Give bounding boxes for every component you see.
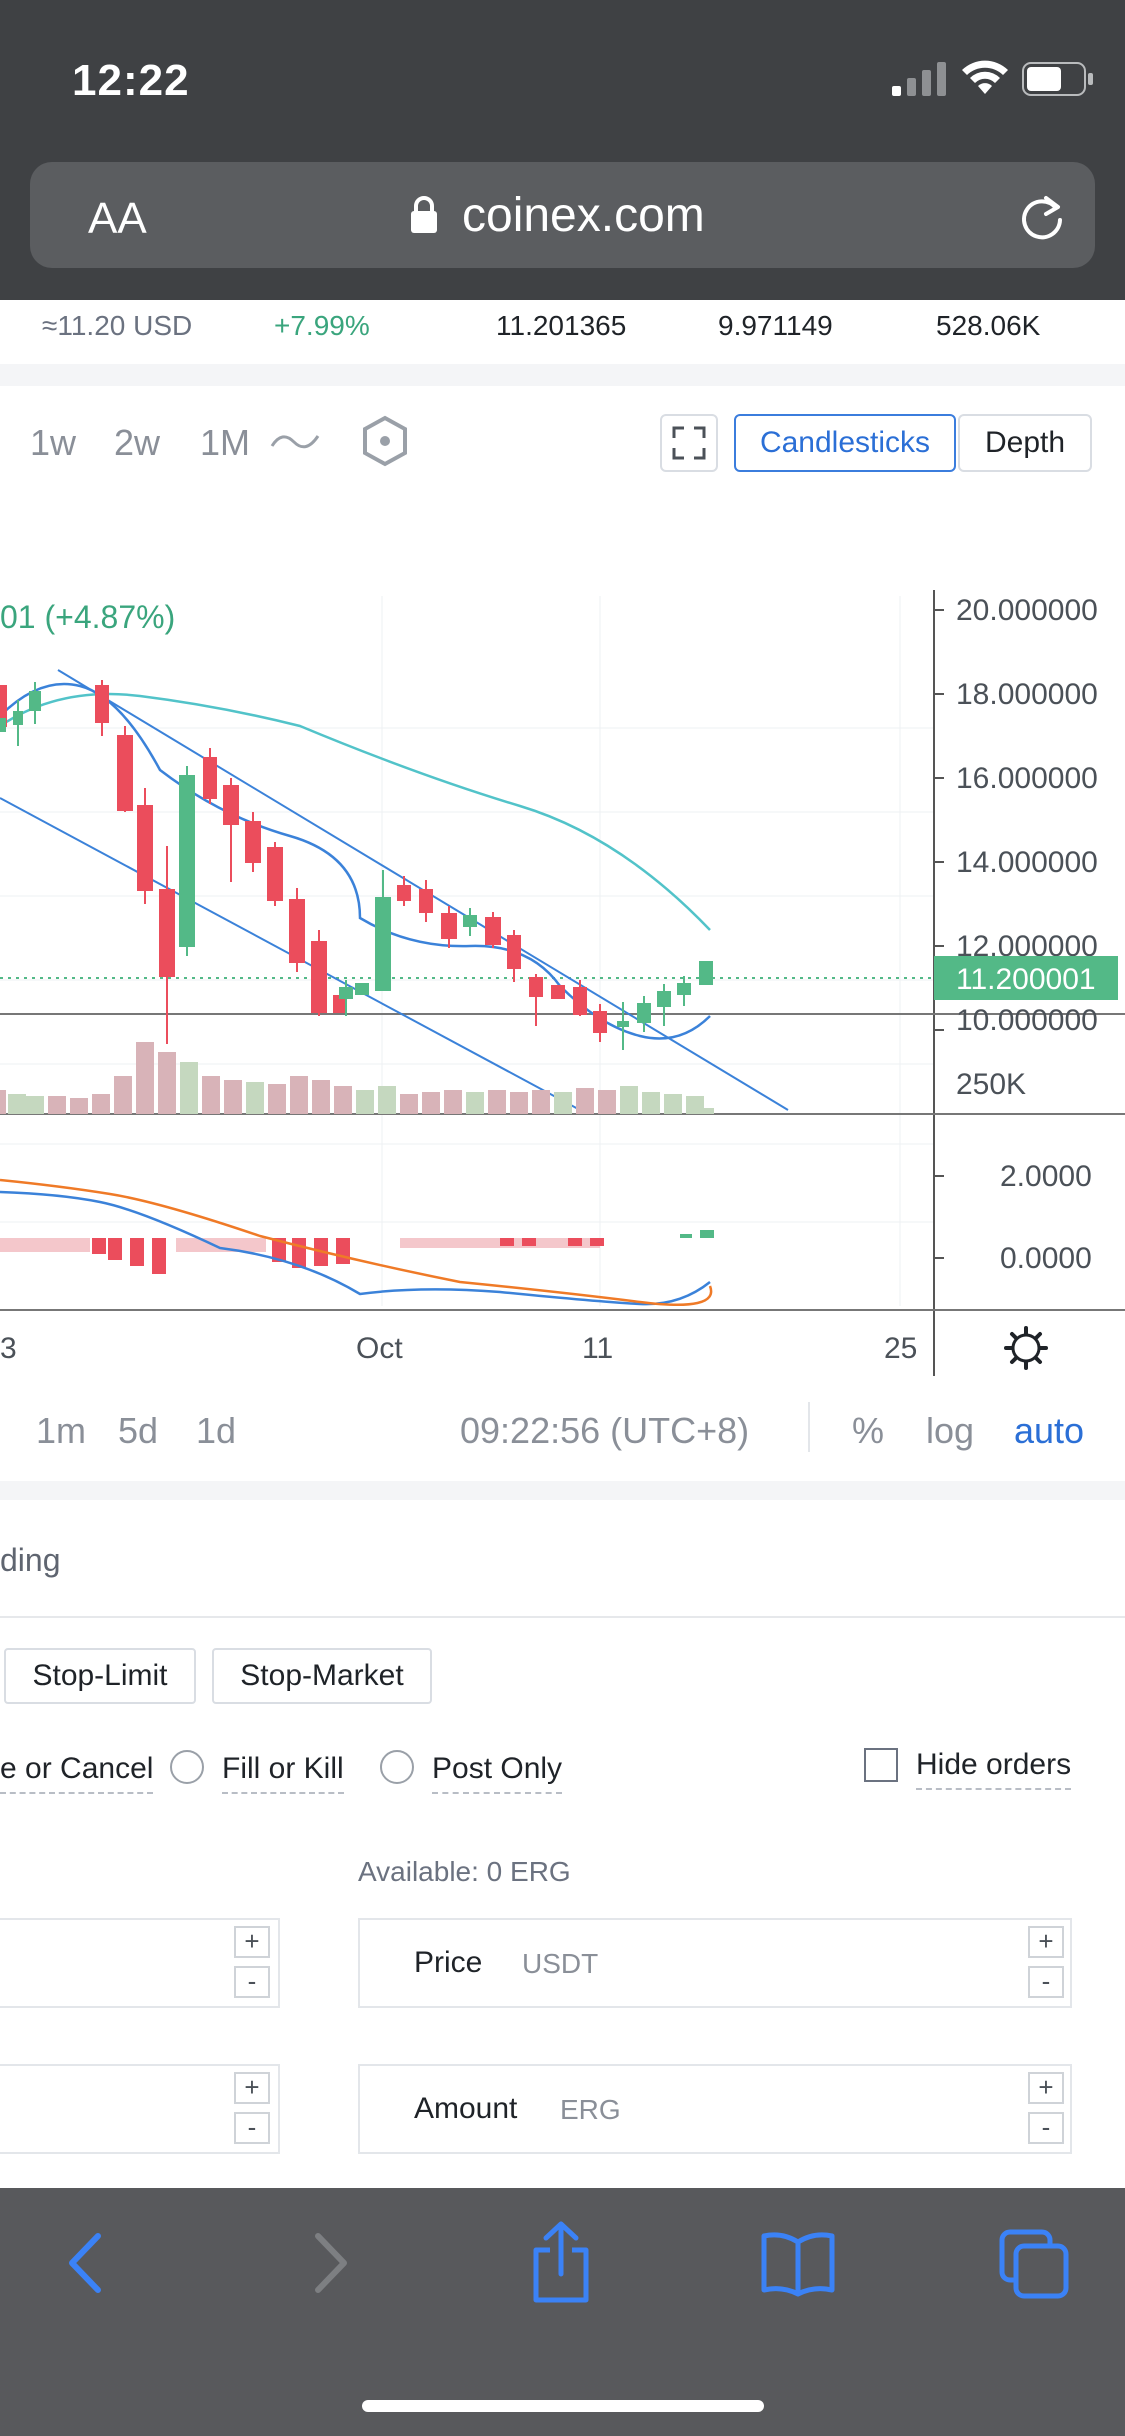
- chart-style-icon[interactable]: [270, 426, 320, 456]
- increment-button[interactable]: +: [1028, 1926, 1064, 1958]
- price-axis-label: 20.000000: [956, 594, 1098, 627]
- sell-price-field[interactable]: Price USDT + -: [358, 1918, 1072, 2008]
- timeframe-1w[interactable]: 1w: [30, 422, 76, 464]
- increment-button[interactable]: +: [234, 1926, 270, 1958]
- increment-button[interactable]: +: [1028, 2072, 1064, 2104]
- price-axis-label: 16.000000: [956, 762, 1098, 795]
- url-text[interactable]: coinex.com: [462, 188, 705, 243]
- share-icon[interactable]: [528, 2220, 594, 2304]
- trading-title: ding: [0, 1542, 61, 1578]
- forward-icon[interactable]: [304, 2228, 352, 2298]
- ticker-row: ≈11.20 USD +7.99% 11.201365 9.971149 528…: [0, 300, 1125, 364]
- macd-histogram: [0, 1230, 714, 1274]
- decrement-button[interactable]: -: [1028, 1966, 1064, 1998]
- price-unit: USDT: [522, 1948, 599, 1979]
- browser-top-bar: 12:22 AA coinex.com: [0, 0, 1125, 300]
- macd-axis-label: 2.0000: [1000, 1160, 1092, 1193]
- low-price: 9.971149: [718, 310, 833, 341]
- option-post-only[interactable]: Post Only: [432, 1752, 563, 1794]
- cellular-signal-icon: [892, 62, 946, 96]
- volume: 528.06K: [936, 310, 1041, 341]
- fullscreen-icon: [672, 426, 706, 460]
- fill-or-kill-radio[interactable]: [170, 1750, 204, 1784]
- sell-amount-field[interactable]: Amount ERG + -: [358, 2064, 1072, 2154]
- percent-scale-button[interactable]: %: [852, 1410, 884, 1452]
- time-axis-label: 25: [884, 1332, 917, 1365]
- tab-candlesticks[interactable]: Candlesticks: [734, 414, 956, 472]
- amount-unit: ERG: [560, 2094, 621, 2125]
- trading-panel: ding Stop-Limit Stop-Market e or Cancel …: [0, 1500, 1125, 2190]
- tabs-icon[interactable]: [998, 2228, 1070, 2300]
- decrement-button[interactable]: -: [1028, 2112, 1064, 2144]
- reload-icon[interactable]: [1016, 190, 1068, 242]
- chart-panel: 1w 2w 1M Candlesticks Depth 20.000000 18: [0, 386, 1125, 1481]
- change-label: 01 (+4.87%): [0, 599, 175, 635]
- increment-button[interactable]: +: [234, 2072, 270, 2104]
- time-axis-label: Oct: [356, 1332, 403, 1365]
- hide-orders-checkbox[interactable]: [864, 1748, 898, 1782]
- volume-axis-label: 250K: [956, 1068, 1026, 1101]
- option-immediate-or-cancel[interactable]: e or Cancel: [0, 1752, 154, 1794]
- chart-clock: 09:22:56 (UTC+8): [460, 1410, 750, 1451]
- auto-scale-button[interactable]: auto: [1014, 1410, 1084, 1452]
- range-1m[interactable]: 1m: [36, 1410, 86, 1452]
- price-label: Price: [414, 1946, 483, 1979]
- volume-bars: [0, 1042, 714, 1114]
- price-axis-label: 10.000000: [956, 1004, 1098, 1037]
- decrement-button[interactable]: -: [234, 1966, 270, 1998]
- home-indicator: [362, 2400, 764, 2412]
- time-axis-label: 11: [582, 1332, 613, 1365]
- time-axis-label: 3: [0, 1332, 17, 1365]
- macd-axis-label: 0.0000: [1000, 1242, 1092, 1275]
- battery-icon: [1022, 62, 1093, 96]
- timeframe-1m[interactable]: 1M: [200, 422, 250, 464]
- trading-header: ding: [0, 1500, 1125, 1618]
- price-axis-label: 14.000000: [956, 846, 1098, 879]
- decrement-button[interactable]: -: [234, 2112, 270, 2144]
- range-1d[interactable]: 1d: [196, 1410, 236, 1452]
- back-icon[interactable]: [64, 2228, 112, 2298]
- macd-line: [0, 1190, 711, 1306]
- status-time: 12:22: [72, 56, 190, 105]
- current-price-label: 11.200001: [956, 963, 1096, 996]
- option-fill-or-kill[interactable]: Fill or Kill: [222, 1752, 344, 1794]
- indicators-icon[interactable]: [358, 414, 412, 468]
- high-price: 11.201365: [496, 310, 627, 341]
- usd-price: ≈11.20 USD: [42, 310, 193, 341]
- post-only-radio[interactable]: [380, 1750, 414, 1784]
- address-bar[interactable]: AA coinex.com: [30, 162, 1095, 268]
- text-size-button[interactable]: AA: [88, 194, 147, 244]
- log-scale-button[interactable]: log: [926, 1410, 974, 1452]
- price-axis-label: 18.000000: [956, 678, 1098, 711]
- wifi-icon: [962, 60, 1008, 94]
- signal-line: [0, 1178, 713, 1307]
- tools-divider: [808, 1402, 810, 1452]
- chart-settings-icon[interactable]: [1004, 1326, 1048, 1370]
- stop-limit-button[interactable]: Stop-Limit: [4, 1648, 196, 1704]
- tab-depth[interactable]: Depth: [958, 414, 1092, 472]
- lock-icon: [411, 196, 437, 233]
- candles: [0, 680, 713, 1050]
- amount-label: Amount: [414, 2092, 518, 2125]
- price-change: +7.99%: [274, 310, 370, 341]
- range-5d[interactable]: 5d: [118, 1410, 158, 1452]
- hide-orders-label[interactable]: Hide orders: [916, 1748, 1072, 1790]
- buy-price-field[interactable]: + -: [0, 1918, 280, 2008]
- available-balance: Available: 0 ERG: [358, 1856, 571, 1887]
- timeframe-2w[interactable]: 2w: [114, 422, 160, 464]
- bookmarks-icon[interactable]: [760, 2228, 836, 2298]
- stop-market-button[interactable]: Stop-Market: [212, 1648, 432, 1704]
- buy-amount-field[interactable]: + -: [0, 2064, 280, 2154]
- fullscreen-button[interactable]: [660, 414, 718, 472]
- candlestick-chart[interactable]: 20.000000 18.000000 16.000000 14.000000 …: [0, 486, 1125, 1386]
- browser-toolbar: [0, 2188, 1125, 2436]
